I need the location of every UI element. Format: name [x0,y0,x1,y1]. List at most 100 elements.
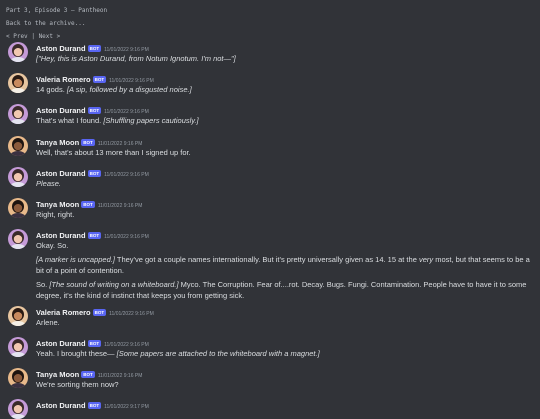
bot-badge: BOT [87,402,102,409]
message: Aston Durand BOT 11/01/2022 9:16 PM Okay. S… [0,227,540,301]
message-header: Valeria Romero BOT 11/01/2022 9:16 PM [36,71,540,84]
next-link[interactable]: Next > [39,33,61,40]
avatar-portrait-icon [8,198,28,218]
action-text: Please. [36,179,62,188]
avatar-portrait-icon [8,167,28,187]
message-paragraph: Okay. So. [36,240,530,251]
avatar-portrait-icon [8,104,28,124]
message-body: ["Hey, this is Aston Durand, from Notum … [36,53,540,64]
author-name[interactable]: Aston Durand [36,401,86,410]
bot-badge: BOT [87,170,102,177]
avatar-portrait-icon [8,229,28,249]
message: Aston Durand BOT 11/01/2022 9:16 PM ["Hey, … [0,40,540,64]
avatar[interactable] [8,104,28,124]
bot-badge: BOT [81,139,95,146]
action-text: [The sound of writing on a whiteboard.] [49,280,179,289]
author-name[interactable]: Valeria Romero [36,308,91,317]
bot-badge: BOT [87,107,102,114]
message: Tanya Moon BOT 11/01/2022 9:16 PM Well, tha… [0,134,540,158]
action-text: [A marker is uncapped.] [36,255,115,264]
message: Tanya Moon BOT 11/01/2022 9:16 PM We're sor… [0,366,540,390]
message-header: Tanya Moon BOT 11/01/2022 9:16 PM [36,366,540,379]
episode-title: Part 3, Episode 3 — Pantheon [6,7,108,14]
message-body: Arlene. [36,317,540,328]
dialogue-text: Well, that's about 13 more than I signed… [36,148,191,157]
author-name[interactable]: Aston Durand [36,339,86,348]
message-timestamp: 11/01/2022 9:16 PM [109,311,154,317]
message-body: Right, right. [36,209,540,220]
message-body: We're sorting them now? [36,379,540,390]
message-paragraph: Arlene. [36,317,530,328]
avatar[interactable] [8,399,28,419]
bot-badge: BOT [92,76,107,83]
avatar[interactable] [8,306,28,326]
message-paragraph: Yeah. I brought these— [Some papers are … [36,348,530,359]
avatar[interactable] [8,136,28,156]
message-header: Tanya Moon BOT 11/01/2022 9:16 PM [36,134,540,147]
message-paragraph: So. [The sound of writing on a whiteboar… [36,279,530,301]
author-name[interactable]: Aston Durand [36,44,86,53]
message: Aston Durand BOT 11/01/2022 9:16 PM Yeah. I… [0,335,540,359]
message-header: Aston Durand BOT 11/01/2022 9:16 PM [36,335,540,348]
message-paragraph: We're sorting them now? [36,379,530,390]
message-paragraph: Well, that's about 13 more than I signed… [36,147,530,158]
dialogue-text: Okay. So. [36,241,69,250]
message: Aston Durand BOT 11/01/2022 9:17 PM [0,397,540,419]
author-name[interactable]: Valeria Romero [36,75,91,84]
author-name[interactable]: Aston Durand [36,169,86,178]
message-header: Aston Durand BOT 11/01/2022 9:16 PM [36,227,540,240]
avatar-portrait-icon [8,368,28,388]
action-text: [Shuffling papers cautiously.] [103,116,199,125]
message-header: Tanya Moon BOT 11/01/2022 9:16 PM [36,196,540,209]
avatar[interactable] [8,229,28,249]
message-body: 14 gods. [A sip, followed by a disgusted… [36,84,540,95]
avatar-portrait-icon [8,136,28,156]
bot-badge: BOT [81,201,95,208]
message-header: Aston Durand BOT 11/01/2022 9:17 PM [36,397,540,410]
avatar-portrait-icon [8,73,28,93]
avatar[interactable] [8,337,28,357]
message: Tanya Moon BOT 11/01/2022 9:16 PM Right, ri… [0,196,540,220]
message-body: Please. [36,178,540,189]
dialogue-text: Right, right. [36,210,75,219]
message-header: Aston Durand BOT 11/01/2022 9:16 PM [36,165,540,178]
message-timestamp: 11/01/2022 9:16 PM [104,172,149,178]
author-name[interactable]: Tanya Moon [36,200,79,209]
avatar[interactable] [8,167,28,187]
dialogue-text: 14 gods. [36,85,67,94]
action-text: ["Hey, this is Aston Durand, from Notum … [36,54,236,63]
message-body: Well, that's about 13 more than I signed… [36,147,540,158]
message-body: Yeah. I brought these— [Some papers are … [36,348,540,359]
avatar[interactable] [8,368,28,388]
author-name[interactable]: Aston Durand [36,106,86,115]
dialogue-text: Yeah. I brought these— [36,349,117,358]
nav-separator: | [31,33,35,40]
action-text: [Some papers are attached to the whitebo… [116,349,320,358]
action-text: [A sip, followed by a disgusted noise.] [66,85,192,94]
author-name[interactable]: Tanya Moon [36,370,79,379]
action-text: very [418,255,434,264]
message-paragraph: Right, right. [36,209,530,220]
dialogue-text: We're sorting them now? [36,380,119,389]
message: Aston Durand BOT 11/01/2022 9:16 PM Please. [0,165,540,189]
prev-link[interactable]: < Prev [6,33,28,40]
bot-badge: BOT [87,232,102,239]
bot-badge: BOT [87,45,102,52]
avatar-portrait-icon [8,337,28,357]
message-paragraph: 14 gods. [A sip, followed by a disgusted… [36,84,530,95]
message-body: Okay. So. [A marker is uncapped.] They've… [36,240,540,301]
message-paragraph: [A marker is uncapped.] They've got a co… [36,254,530,276]
avatar[interactable] [8,198,28,218]
author-name[interactable]: Aston Durand [36,231,86,240]
bot-badge: BOT [81,371,95,378]
message: Valeria Romero BOT 11/01/2022 9:16 PM Arlen… [0,304,540,328]
bot-badge: BOT [92,309,107,316]
avatar[interactable] [8,73,28,93]
back-to-archive-link[interactable]: Back to the archive... [6,17,534,30]
dialogue-text: Arlene. [36,318,60,327]
message-body: That's what I found. [Shuffling papers c… [36,115,540,126]
message-header: Aston Durand BOT 11/01/2022 9:16 PM [36,102,540,115]
avatar[interactable] [8,42,28,62]
message-header: Valeria Romero BOT 11/01/2022 9:16 PM [36,304,540,317]
author-name[interactable]: Tanya Moon [36,138,79,147]
